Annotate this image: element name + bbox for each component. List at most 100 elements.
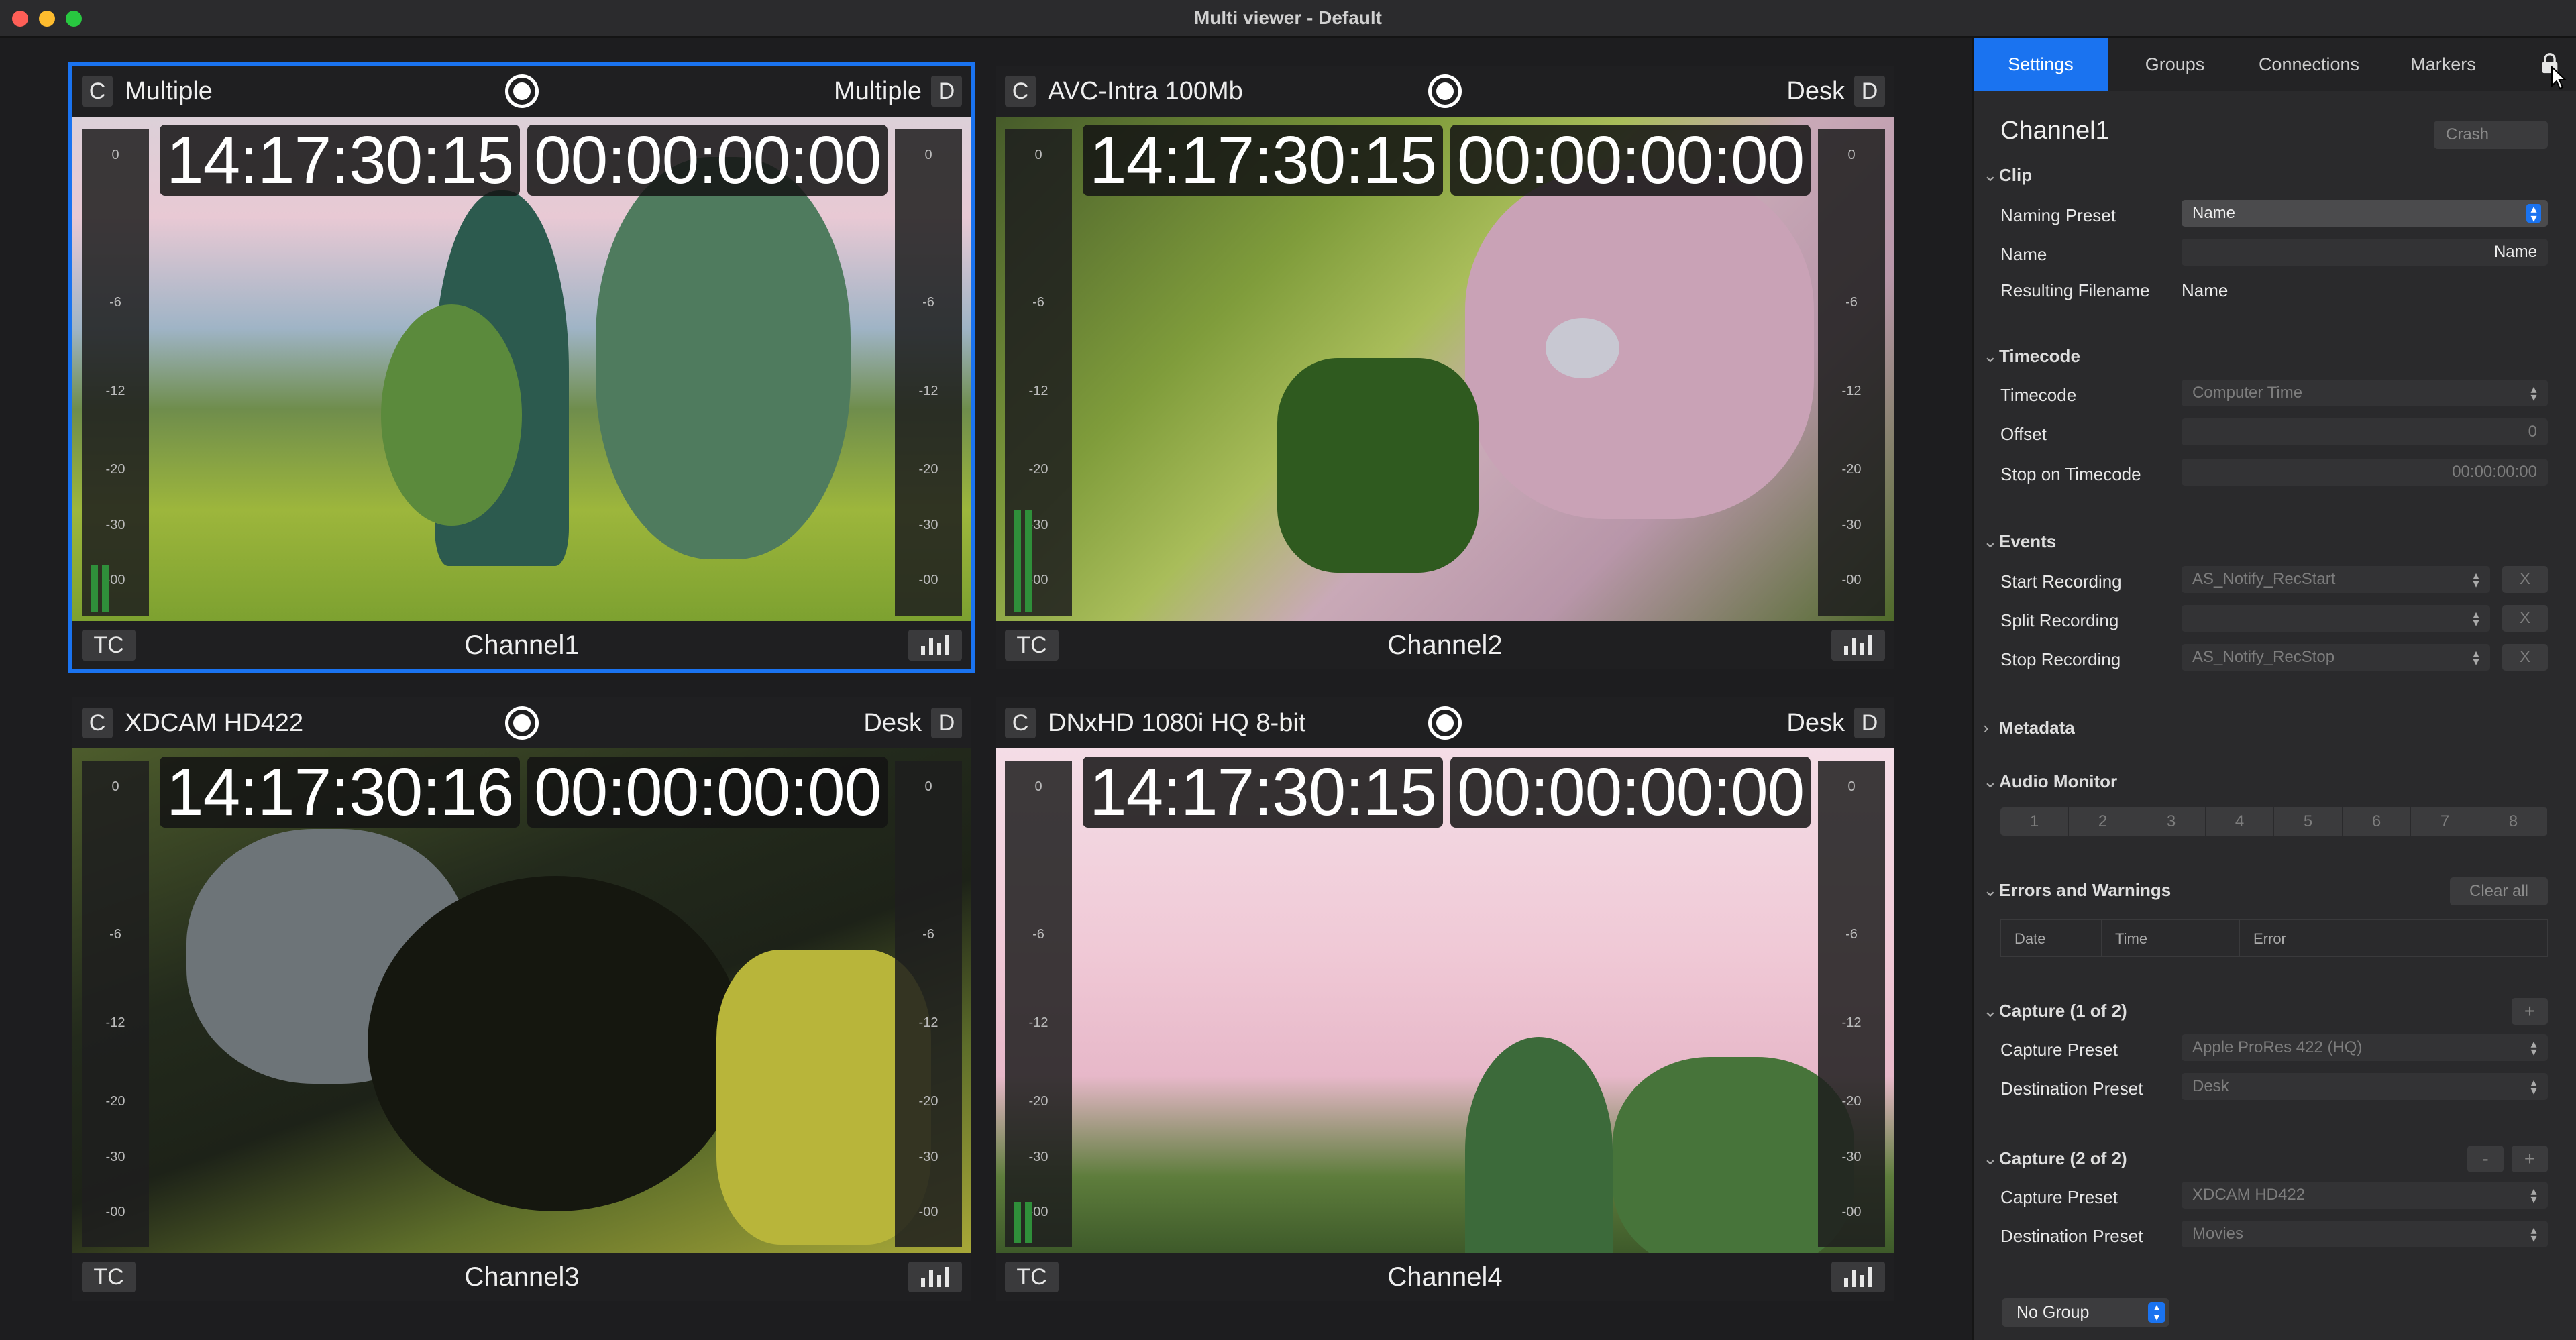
- audio-meter-right: 0 -6 -12 -20 -30 -00: [1818, 129, 1885, 616]
- c-button[interactable]: C: [82, 76, 113, 107]
- updown-icon: ▴ ▾: [2530, 1076, 2537, 1097]
- crash-select[interactable]: Crash: [2434, 121, 2548, 149]
- minimize-window-button[interactable]: [39, 11, 55, 27]
- split-recording-label: Split Recording: [2000, 610, 2119, 630]
- destination-label: Desk: [1786, 708, 1845, 737]
- column-date[interactable]: Date: [2001, 920, 2102, 956]
- meter-scale-tick: -20: [918, 461, 938, 477]
- audio-channel-3[interactable]: 3: [2137, 807, 2206, 836]
- record-button[interactable]: [1428, 74, 1462, 108]
- viewer-tile-3[interactable]: C XDCAM HD422 Desk D 0 -6 -12 -20 -30 -00 0 -6…: [72, 697, 971, 1301]
- tab-settings[interactable]: Settings: [1974, 38, 2108, 91]
- destination-preset-select[interactable]: Movies ▴ ▾: [2182, 1221, 2548, 1247]
- clear-all-button[interactable]: Clear all: [2450, 877, 2548, 905]
- c-button[interactable]: C: [1005, 76, 1036, 107]
- meter-scale-tick: -6: [109, 295, 121, 311]
- stop-recording-select[interactable]: AS_Notify_RecStop ▴ ▾: [2182, 644, 2490, 671]
- source-label: AVC-Intra 100Mb: [1048, 76, 1243, 105]
- naming-preset-select[interactable]: Name ▴ ▾: [2182, 200, 2548, 227]
- clear-split-recording-button[interactable]: X: [2502, 605, 2548, 632]
- remove-capture-button[interactable]: -: [2467, 1146, 2504, 1172]
- audio-channel-5[interactable]: 5: [2274, 807, 2343, 836]
- channel-name: Channel1: [464, 630, 580, 660]
- close-window-button[interactable]: [12, 11, 28, 27]
- d-button[interactable]: D: [1854, 76, 1885, 107]
- section-clip[interactable]: ⌄Clip: [1983, 165, 2032, 186]
- capture-preset-select[interactable]: XDCAM HD422 ▴ ▾: [2182, 1182, 2548, 1209]
- updown-icon: ▴ ▾: [2530, 1037, 2537, 1058]
- viewer-tile-1[interactable]: C Multiple Multiple D 0 -6 -12 -20 -30 -00 0 -…: [68, 62, 975, 673]
- channel-name: Channel4: [1387, 1262, 1503, 1292]
- audio-meter-right: 0 -6 -12 -20 -30 -00: [1818, 761, 1885, 1247]
- audio-channel-8[interactable]: 8: [2479, 807, 2548, 836]
- audio-channel-6[interactable]: 6: [2343, 807, 2411, 836]
- column-error[interactable]: Error: [2240, 920, 2286, 956]
- destination-preset-select[interactable]: Desk ▴ ▾: [2182, 1073, 2548, 1100]
- audio-channel-4[interactable]: 4: [2206, 807, 2274, 836]
- d-button[interactable]: D: [931, 76, 962, 107]
- record-button[interactable]: [505, 74, 539, 108]
- section-audio-monitor[interactable]: ⌄Audio Monitor: [1983, 771, 2117, 792]
- section-errors[interactable]: ⌄Errors and Warnings: [1983, 880, 2171, 901]
- add-capture-button[interactable]: +: [2512, 998, 2548, 1025]
- timecode-select[interactable]: Computer Time ▴ ▾: [2182, 380, 2548, 406]
- meter-scale-tick: -30: [1841, 517, 1862, 533]
- tab-markers[interactable]: Markers: [2376, 38, 2510, 91]
- timecode-label: Timecode: [2000, 385, 2077, 405]
- c-button[interactable]: C: [82, 708, 113, 738]
- group-select[interactable]: No Group ▴ ▾: [2002, 1298, 2169, 1327]
- meter-scale-tick: -30: [918, 517, 938, 533]
- zoom-window-button[interactable]: [66, 11, 82, 27]
- section-capture-1[interactable]: ⌄Capture (1 of 2): [1983, 1001, 2127, 1021]
- tab-connections[interactable]: Connections: [2242, 38, 2376, 91]
- name-label: Name: [2000, 244, 2047, 264]
- stop-on-timecode-field[interactable]: 00:00:00:00: [2182, 459, 2548, 486]
- updown-icon: ▴ ▾: [2473, 569, 2479, 590]
- section-timecode[interactable]: ⌄Timecode: [1983, 346, 2080, 367]
- d-button[interactable]: D: [1854, 708, 1885, 738]
- meter-scale-tick: 0: [1847, 779, 1856, 794]
- tab-groups[interactable]: Groups: [2108, 38, 2242, 91]
- timecode-display: 00:00:00:00: [1450, 757, 1811, 828]
- capture-preset-select[interactable]: Apple ProRes 422 (HQ) ▴ ▾: [2182, 1034, 2548, 1061]
- updown-icon: ▴ ▾: [2473, 608, 2479, 629]
- video-preview: 0 -6 -12 -20 -30 -00 0 -6 -12 -20 -30 -00 14:17:30…: [996, 748, 1894, 1253]
- meter-scale-tick: 0: [111, 147, 119, 162]
- clear-start-recording-button[interactable]: X: [2502, 566, 2548, 593]
- meter-scale-tick: -00: [918, 1205, 938, 1220]
- column-time[interactable]: Time: [2102, 920, 2240, 956]
- audio-channel-1[interactable]: 1: [2000, 807, 2069, 836]
- name-field[interactable]: Name: [2182, 239, 2548, 266]
- viewer-tile-4[interactable]: C DNxHD 1080i HQ 8-bit Desk D 0 -6 -12 -20 -…: [996, 697, 1894, 1301]
- meter-scale-tick: -00: [918, 573, 938, 588]
- d-button[interactable]: D: [931, 708, 962, 738]
- section-capture-2[interactable]: ⌄Capture (2 of 2): [1983, 1148, 2127, 1169]
- offset-field[interactable]: 0: [2182, 418, 2548, 445]
- timecode-display: 00:00:00:00: [527, 757, 888, 828]
- meter-level-bar: [1014, 1201, 1021, 1243]
- resulting-filename-label: Resulting Filename: [2000, 280, 2150, 300]
- section-metadata[interactable]: › Metadata: [1983, 718, 2075, 738]
- channel-title: Channel1: [2000, 117, 2110, 145]
- meter-scale-tick: -12: [105, 1015, 125, 1030]
- start-recording-select[interactable]: AS_Notify_RecStart ▴ ▾: [2182, 566, 2490, 593]
- meter-scale-tick: -6: [922, 295, 934, 311]
- updown-icon: ▴ ▾: [2148, 1302, 2165, 1323]
- audio-channel-2[interactable]: 2: [2069, 807, 2137, 836]
- meter-level-bar: [91, 565, 98, 612]
- audio-meter-left: 0 -6 -12 -20 -30 -00: [82, 761, 149, 1247]
- capture-preset-label: Capture Preset: [2000, 1187, 2118, 1207]
- split-recording-select[interactable]: ▴ ▾: [2182, 605, 2490, 632]
- naming-preset-label: Naming Preset: [2000, 205, 2116, 225]
- add-capture-button[interactable]: +: [2512, 1146, 2548, 1172]
- viewer-tile-2[interactable]: C AVC-Intra 100Mb Desk D 0 -6 -12 -20 -30 -00…: [996, 66, 1894, 669]
- offset-label: Offset: [2000, 424, 2047, 444]
- record-button[interactable]: [505, 706, 539, 740]
- c-button[interactable]: C: [1005, 708, 1036, 738]
- clear-stop-recording-button[interactable]: X: [2502, 644, 2548, 671]
- audio-channel-7[interactable]: 7: [2411, 807, 2479, 836]
- destination-label: Desk: [1786, 76, 1845, 105]
- record-button[interactable]: [1428, 706, 1462, 740]
- section-events[interactable]: ⌄Events: [1983, 531, 2056, 552]
- updown-icon: ▴ ▾: [2530, 1223, 2537, 1245]
